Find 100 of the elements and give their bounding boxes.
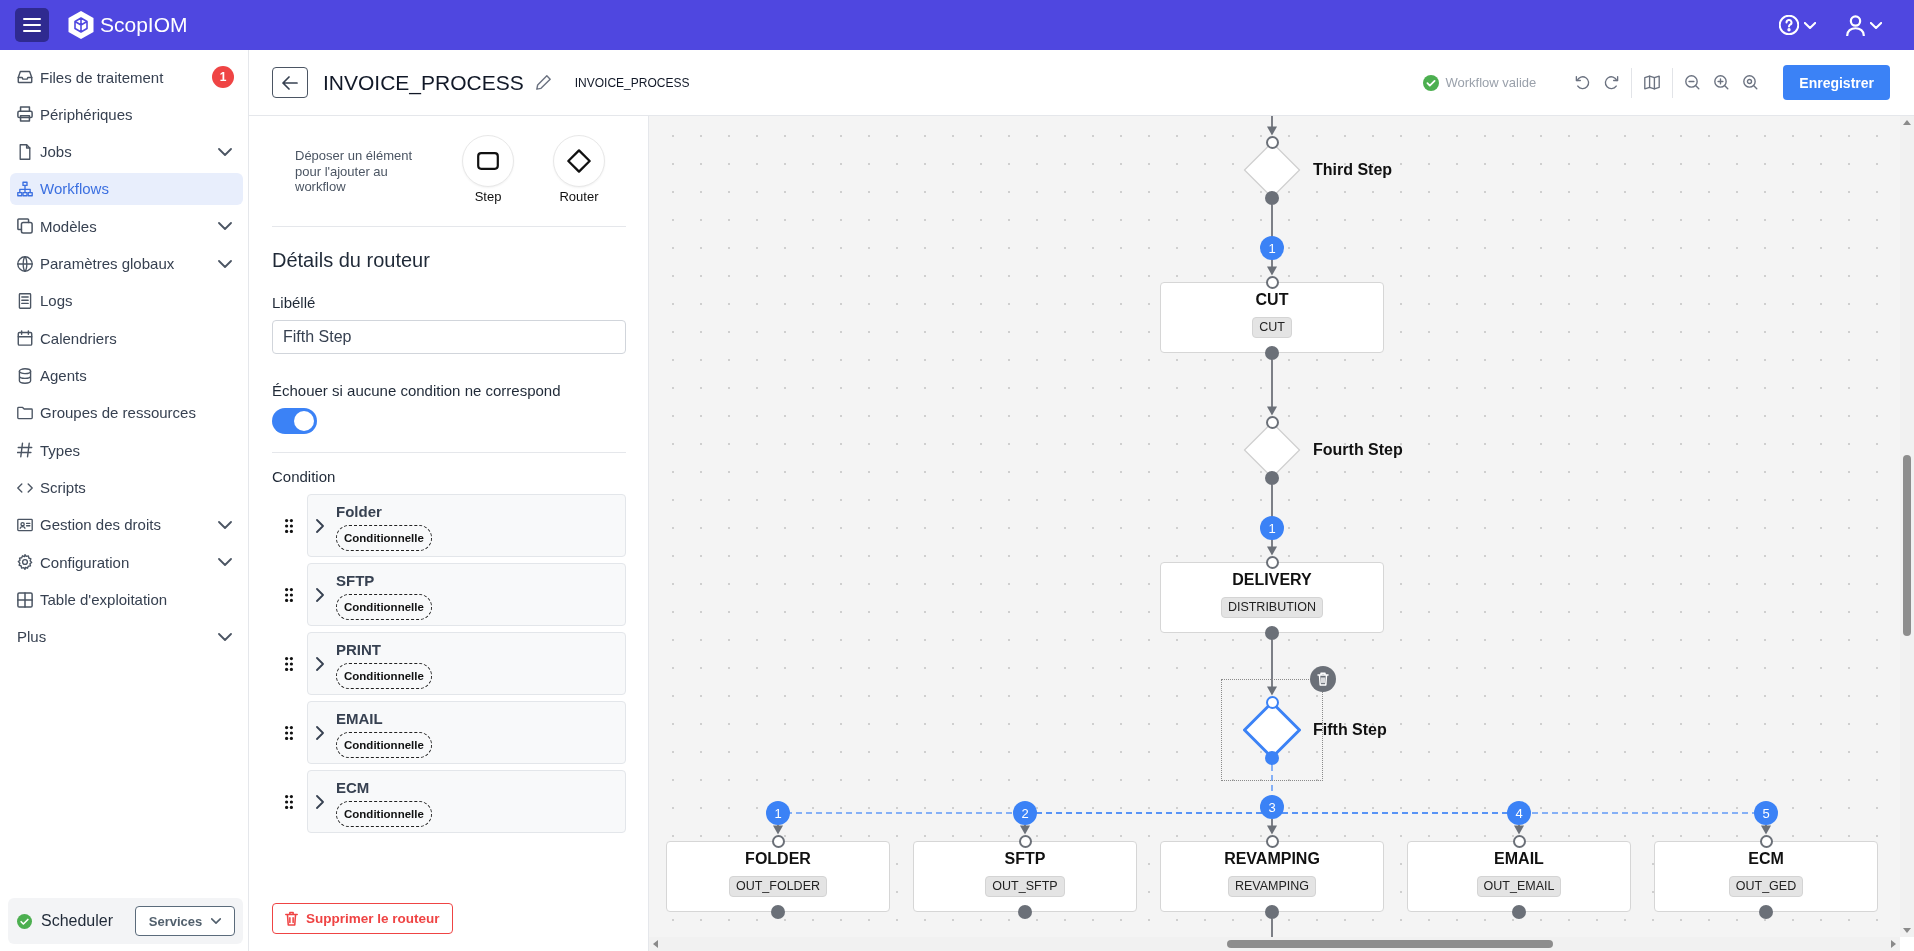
chevron-down-icon: [1804, 21, 1816, 29]
chevron-right-icon[interactable]: [316, 587, 324, 602]
router-tool-button[interactable]: [553, 135, 605, 187]
sidebar-item[interactable]: Types: [10, 434, 243, 467]
port-dot-icon: [1265, 346, 1279, 360]
step-node[interactable]: CUT CUT: [1160, 282, 1384, 353]
connector-arrow: [1267, 818, 1277, 835]
step-node[interactable]: DELIVERY DISTRIBUTION: [1160, 562, 1384, 633]
node-type-tag: DISTRIBUTION: [1220, 597, 1324, 618]
router-label: Fifth Step: [1313, 720, 1387, 740]
delete-router-button[interactable]: Supprimer le routeur: [272, 903, 453, 934]
redo-icon[interactable]: [1604, 75, 1620, 90]
globe-icon: [17, 255, 33, 272]
chevron-right-icon[interactable]: [316, 794, 324, 809]
menu-button[interactable]: [15, 8, 49, 42]
router-label: Fourth Step: [1313, 440, 1403, 460]
sidebar-item[interactable]: Jobs: [10, 135, 243, 168]
sidebar-item[interactable]: Gestion des droits: [10, 508, 243, 541]
diamond-icon: [567, 149, 591, 173]
drag-handle-icon[interactable]: [285, 587, 293, 602]
router-label: Third Step: [1313, 160, 1393, 180]
sidebar-item[interactable]: Scripts: [10, 471, 243, 504]
port-ring-icon: [1265, 135, 1279, 149]
chevron-down-icon[interactable]: [218, 259, 232, 268]
zoom-reset-icon[interactable]: [1743, 75, 1759, 90]
drag-handle-icon[interactable]: [285, 794, 293, 809]
zoom-in-icon[interactable]: [1714, 75, 1730, 90]
validation-status: Workflow valide: [1445, 75, 1537, 90]
step-node[interactable]: SFTP OUT_SFTP: [913, 841, 1137, 912]
drop-hint: Déposer un élément pour l'ajouter au workflow: [295, 148, 414, 195]
vertical-scrollbar[interactable]: [1900, 116, 1914, 937]
workflow-code: INVOICE_PROCESS: [574, 75, 690, 90]
edge-number-badge: 1: [766, 801, 790, 825]
chevron-down-icon[interactable]: [218, 147, 232, 156]
toggle-switch[interactable]: [272, 408, 317, 434]
printer-icon: [17, 106, 33, 123]
edge-number-badge: 2: [1013, 801, 1037, 825]
drag-handle-icon[interactable]: [285, 656, 293, 671]
count-badge: 1: [212, 66, 234, 88]
port-ring-icon: [1265, 415, 1279, 429]
sidebar-item[interactable]: Paramètres globaux: [10, 247, 243, 280]
id-card-icon: [17, 516, 33, 533]
sidebar-item[interactable]: Plus: [10, 620, 243, 653]
chevron-right-icon[interactable]: [316, 518, 324, 533]
sidebar-item[interactable]: Calendriers: [10, 322, 243, 355]
chevron-down-icon[interactable]: [218, 558, 232, 567]
step-tool-button[interactable]: [462, 135, 514, 187]
hexagon-logo-icon: [67, 10, 95, 40]
tool-label: Step: [474, 189, 502, 204]
user-menu-button[interactable]: [1846, 14, 1882, 36]
copy-icon: [17, 218, 33, 235]
port-dot-icon: [1018, 905, 1032, 919]
label-input[interactable]: Fifth Step: [272, 320, 626, 354]
back-button[interactable]: [272, 67, 308, 98]
step-node[interactable]: ECM OUT_GED: [1654, 841, 1878, 912]
horizontal-scrollbar[interactable]: [649, 937, 1900, 951]
chevron-right-icon[interactable]: [316, 725, 324, 740]
node-title: SFTP: [1004, 849, 1046, 869]
sidebar-item[interactable]: Workflows: [10, 173, 243, 205]
help-menu-button[interactable]: [1779, 14, 1816, 36]
sidebar-item[interactable]: Agents: [10, 359, 243, 392]
condition-title: PRINT: [336, 641, 381, 659]
chevron-down-icon[interactable]: [218, 222, 232, 231]
port-dot-icon: [1265, 191, 1279, 205]
port-dot-icon: [1759, 905, 1773, 919]
condition-title: Folder: [336, 503, 382, 521]
sidebar-item[interactable]: Modèles: [10, 210, 243, 243]
sidebar-item[interactable]: Table d'exploitation: [10, 583, 243, 616]
port-dot-icon: [1265, 905, 1279, 919]
save-button[interactable]: Enregistrer: [1783, 65, 1890, 100]
sidebar-item[interactable]: Groupes de ressources: [10, 396, 243, 429]
sidebar-item[interactable]: Files de traitement 1: [10, 61, 243, 93]
step-node[interactable]: FOLDER OUT_FOLDER: [666, 841, 890, 912]
edge-number-badge: 3: [1260, 795, 1284, 819]
drag-handle-icon[interactable]: [285, 725, 293, 740]
zoom-out-icon[interactable]: [1685, 75, 1701, 90]
file-icon: [17, 143, 33, 160]
sidebar-item[interactable]: Configuration: [10, 546, 243, 579]
sidebar-item[interactable]: Logs: [10, 284, 243, 317]
rounded-rectangle-icon: [477, 152, 499, 170]
chevron-down-icon[interactable]: [218, 632, 232, 641]
services-button[interactable]: Services: [135, 906, 235, 936]
port-dot-icon: [1265, 626, 1279, 640]
trash-icon[interactable]: [1310, 666, 1336, 692]
chevron-right-icon[interactable]: [316, 656, 324, 671]
step-node[interactable]: EMAIL OUT_EMAIL: [1407, 841, 1631, 912]
condition-title: SFTP: [336, 572, 375, 590]
node-title: FOLDER: [745, 849, 811, 869]
connector-arrow: [1267, 116, 1277, 136]
node-type-tag: OUT_EMAIL: [1476, 876, 1562, 897]
edge-number-badge: 5: [1754, 801, 1778, 825]
sidebar-item[interactable]: Périphériques: [10, 98, 243, 131]
port-dot-icon: [1512, 905, 1526, 919]
drag-handle-icon[interactable]: [285, 518, 293, 533]
node-title: CUT: [1255, 290, 1289, 310]
pencil-icon[interactable]: [535, 75, 551, 90]
chevron-down-icon[interactable]: [218, 520, 232, 529]
step-node[interactable]: REVAMPING REVAMPING: [1160, 841, 1384, 912]
map-icon[interactable]: [1644, 75, 1661, 90]
undo-icon[interactable]: [1575, 75, 1591, 90]
